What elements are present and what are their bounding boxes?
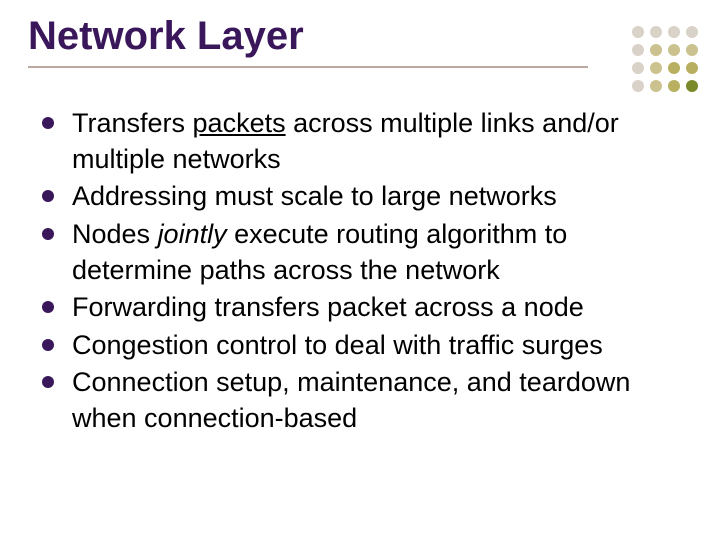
- list-item: Transfers packets across multiple links …: [38, 106, 678, 177]
- bullet-list: Transfers packets across multiple links …: [38, 106, 678, 437]
- list-item: Addressing must scale to large networks: [38, 179, 678, 215]
- grid-dot: [650, 26, 662, 38]
- list-item: Congestion control to deal with traffic …: [38, 328, 678, 364]
- grid-dot: [686, 44, 698, 56]
- bullet-text-pre: Transfers: [72, 108, 193, 138]
- bullet-text-pre: Forwarding transfers packet across a nod…: [72, 292, 584, 322]
- bullet-text-pre: Nodes: [72, 219, 158, 249]
- grid-dot: [632, 26, 644, 38]
- grid-dot: [668, 44, 680, 56]
- bullet-text-emph: jointly: [158, 219, 227, 249]
- slide-title: Network Layer: [28, 14, 588, 68]
- bullet-text-pre: Congestion control to deal with traffic …: [72, 330, 603, 360]
- grid-dot: [686, 80, 698, 92]
- grid-dot: [650, 44, 662, 56]
- grid-dot: [632, 62, 644, 74]
- bullet-text-emph: packets: [193, 108, 286, 138]
- title-area: Network Layer: [28, 14, 588, 68]
- grid-dot: [668, 26, 680, 38]
- grid-dot: [632, 80, 644, 92]
- title-underline: [28, 66, 588, 68]
- list-item: Connection setup, maintenance, and teard…: [38, 365, 678, 436]
- grid-dot: [686, 62, 698, 74]
- bullet-text-pre: Addressing must scale to large networks: [72, 181, 557, 211]
- corner-dot-grid-icon: [632, 26, 698, 92]
- list-item: Nodes jointly execute routing algorithm …: [38, 217, 678, 288]
- grid-dot: [650, 62, 662, 74]
- grid-dot: [686, 26, 698, 38]
- slide-body: Transfers packets across multiple links …: [38, 106, 678, 439]
- grid-dot: [668, 80, 680, 92]
- slide: Network Layer Transfers packets across m…: [0, 0, 720, 540]
- bullet-text-pre: Connection setup, maintenance, and teard…: [72, 367, 630, 433]
- grid-dot: [668, 62, 680, 74]
- grid-dot: [650, 80, 662, 92]
- list-item: Forwarding transfers packet across a nod…: [38, 290, 678, 326]
- grid-dot: [632, 44, 644, 56]
